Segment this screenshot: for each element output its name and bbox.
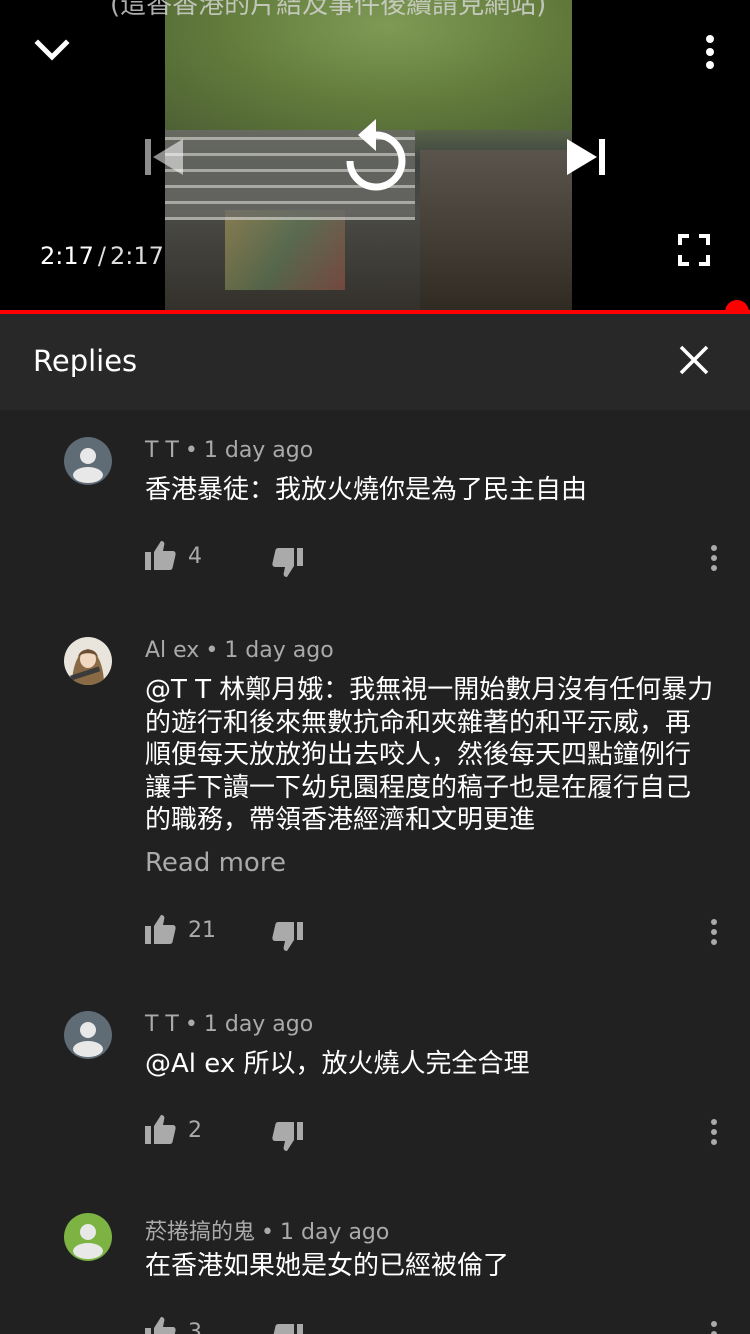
time-separator: / [97,242,106,270]
comment-more-button[interactable] [702,1112,726,1152]
comment-time: 1 day ago [280,1220,390,1245]
list-item: T T • 1 day ago 香港暴徒：我放火燒你是為了民主自由 4 [0,410,750,610]
comment-meta: T T • 1 day ago [145,438,314,463]
chevron-down-icon [34,39,70,61]
thumb-down-icon[interactable] [270,918,306,954]
fullscreen-icon [678,234,710,266]
more-vert-icon [711,545,717,571]
replay-icon [346,119,406,191]
replies-title: Replies [33,344,138,378]
list-item: 菸捲搞的鬼 • 1 day ago 在香港如果她是女的已經被倫了 3 [0,1186,750,1334]
video-player[interactable]: (這香香港的片結及事件後續請見網站) 2:17/2:17 [0,0,750,312]
avatar[interactable] [64,437,112,485]
default-avatar-icon [64,1213,112,1261]
thumb-up-icon[interactable] [142,1314,178,1334]
comment-meta: Al ex • 1 day ago [145,638,334,663]
comment-time: 1 day ago [224,638,334,663]
next-button[interactable] [560,130,614,184]
comment-more-button[interactable] [702,912,726,952]
comment-meta: T T • 1 day ago [145,1012,314,1037]
time-display: 2:17/2:17 [40,242,164,270]
comment-more-button[interactable] [702,538,726,578]
avatar[interactable] [64,1011,112,1059]
list-item: T T • 1 day ago @Al ex 所以，放火燒人完全合理 2 [0,984,750,1184]
like-count: 2 [188,1118,202,1143]
replies-header: Replies [0,314,750,410]
close-replies-button[interactable] [670,336,718,384]
like-count: 4 [188,544,202,569]
comment-actions: 3 [0,1314,750,1334]
replay-button[interactable] [336,110,416,200]
like-count: 21 [188,918,216,943]
list-item: Al ex • 1 day ago @T T 林鄭月娥：我無視一開始數月沒有任何暴力… [0,610,750,984]
thumb-up-icon[interactable] [142,912,178,948]
comment-text: @Al ex 所以，放火燒人完全合理 [145,1049,530,1079]
read-more-link[interactable]: Read more [145,848,286,878]
skip-previous-icon [145,139,183,175]
like-count: 3 [188,1320,202,1334]
more-vert-icon [711,919,717,945]
comment-meta: 菸捲搞的鬼 • 1 day ago [145,1220,390,1245]
video-scene-mural [225,210,345,290]
more-vert-icon [706,35,714,69]
video-caption: (這香香港的片結及事件後續請見網站) [110,0,547,20]
video-scene-building [420,150,572,312]
comment-actions: 2 [0,1112,750,1152]
thumb-down-icon[interactable] [270,1320,306,1334]
skip-next-icon [567,139,605,175]
comment-time: 1 day ago [203,1012,314,1037]
more-vert-icon [711,1321,717,1334]
more-vert-icon [711,1119,717,1145]
fullscreen-button[interactable] [672,228,716,272]
close-icon [679,345,709,375]
replies-list: T T • 1 day ago 香港暴徒：我放火燒你是為了民主自由 4 Al e… [0,410,750,1334]
thumb-up-icon[interactable] [142,538,178,574]
comment-actions: 21 [0,912,750,952]
comment-text: @T T 林鄭月娥：我無視一開始數月沒有任何暴力的遊行和後來無數抗命和夾雜著的和… [145,675,714,835]
comment-author[interactable]: 菸捲搞的鬼 [145,1220,255,1245]
thumb-down-icon[interactable] [270,544,306,580]
comment-author[interactable]: Al ex [145,638,199,663]
comment-author[interactable]: T T [145,1012,179,1037]
duration: 2:17 [110,242,164,270]
comment-time: 1 day ago [203,438,314,463]
comment-more-button[interactable] [702,1314,726,1334]
avatar[interactable] [64,1213,112,1261]
comment-text: 在香港如果她是女的已經被倫了 [145,1251,510,1281]
comment-author[interactable]: T T [145,438,179,463]
thumb-down-icon[interactable] [270,1118,306,1154]
thumb-up-icon[interactable] [142,1112,178,1148]
avatar[interactable] [64,637,112,685]
anime-avatar-icon [64,637,112,685]
comment-actions: 4 [0,538,750,578]
previous-button[interactable] [138,130,188,184]
comment-text: 香港暴徒：我放火燒你是為了民主自由 [145,475,588,505]
collapse-button[interactable] [28,28,76,72]
default-avatar-icon [64,1011,112,1059]
default-avatar-icon [64,437,112,485]
current-time: 2:17 [40,242,94,270]
player-more-button[interactable] [690,30,730,74]
